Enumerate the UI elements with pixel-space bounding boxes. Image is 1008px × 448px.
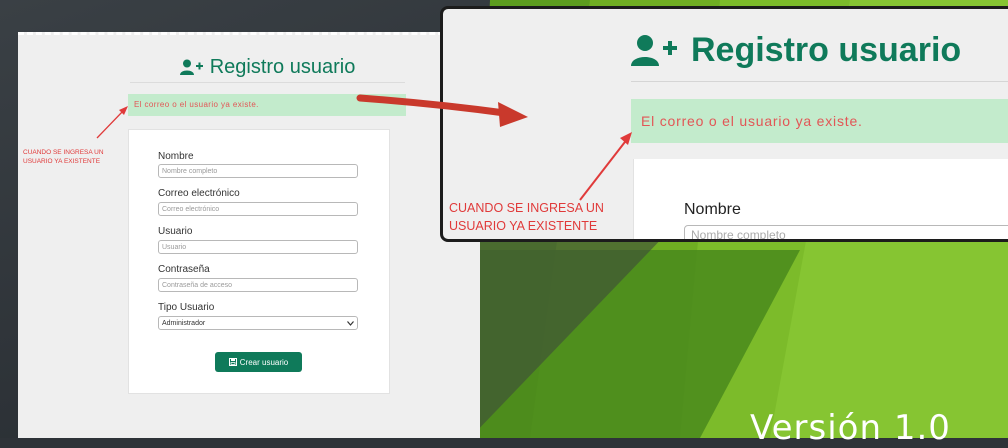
zoom-nombre-label: Nombre [684, 201, 741, 218]
usuario-label: Usuario [158, 226, 193, 237]
zoom-annotation-note: CUANDO SE INGRESA UN USUARIO YA EXISTENT… [449, 199, 639, 235]
nombre-input[interactable]: Nombre completo [158, 164, 358, 178]
annotation-note: CUANDO SE INGRESA UN USUARIO YA EXISTENT… [23, 148, 123, 166]
zoom-nombre-input: Nombre completo [684, 225, 1008, 239]
screenshot-dashed-border [18, 32, 480, 35]
tipo-usuario-label: Tipo Usuario [158, 302, 215, 313]
tipo-usuario-select[interactable]: Administrador [158, 316, 358, 330]
chevron-down-icon [347, 320, 354, 326]
zoom-callout: Registro usuario El correo o el usuario … [440, 6, 1008, 242]
annotation-line-1: CUANDO SE INGRESA UN [23, 149, 104, 156]
usuario-input[interactable]: Usuario [158, 240, 358, 254]
form-card: Nombre Nombre completo Correo electrónic… [128, 129, 390, 394]
zoom-header: Registro usuario [631, 19, 1008, 82]
crear-usuario-label: Crear usuario [239, 357, 289, 367]
crear-usuario-button[interactable]: Crear usuario [215, 352, 302, 372]
contrasena-input[interactable]: Contraseña de acceso [158, 278, 358, 292]
version-label: Versión 1.0 [750, 408, 951, 448]
page-title: Registro usuario [209, 55, 356, 78]
user-plus-icon [631, 35, 677, 66]
zoom-error-alert: El correo o el usuario ya existe. [631, 99, 1008, 143]
zoom-title: Registro usuario [691, 30, 962, 69]
form-header: Registro usuario [130, 52, 405, 83]
save-icon [228, 358, 237, 366]
error-alert: El correo o el usuario ya existe. [128, 94, 406, 116]
tipo-usuario-value: Administrador [162, 319, 206, 327]
registration-screenshot: Registro usuario El correo o el usuario … [18, 32, 480, 438]
correo-label: Correo electrónico [158, 188, 240, 199]
correo-input[interactable]: Correo electrónico [158, 202, 358, 216]
zoom-annotation-line-2: USUARIO YA EXISTENTE [449, 219, 598, 233]
nombre-label: Nombre [158, 151, 194, 162]
user-plus-icon [179, 59, 203, 75]
contrasena-label: Contraseña [158, 264, 210, 275]
annotation-line-2: USUARIO YA EXISTENTE [23, 158, 101, 165]
zoom-form-card: Nombre Nombre completo [633, 159, 1008, 239]
zoom-annotation-line-1: CUANDO SE INGRESA UN [449, 201, 604, 215]
